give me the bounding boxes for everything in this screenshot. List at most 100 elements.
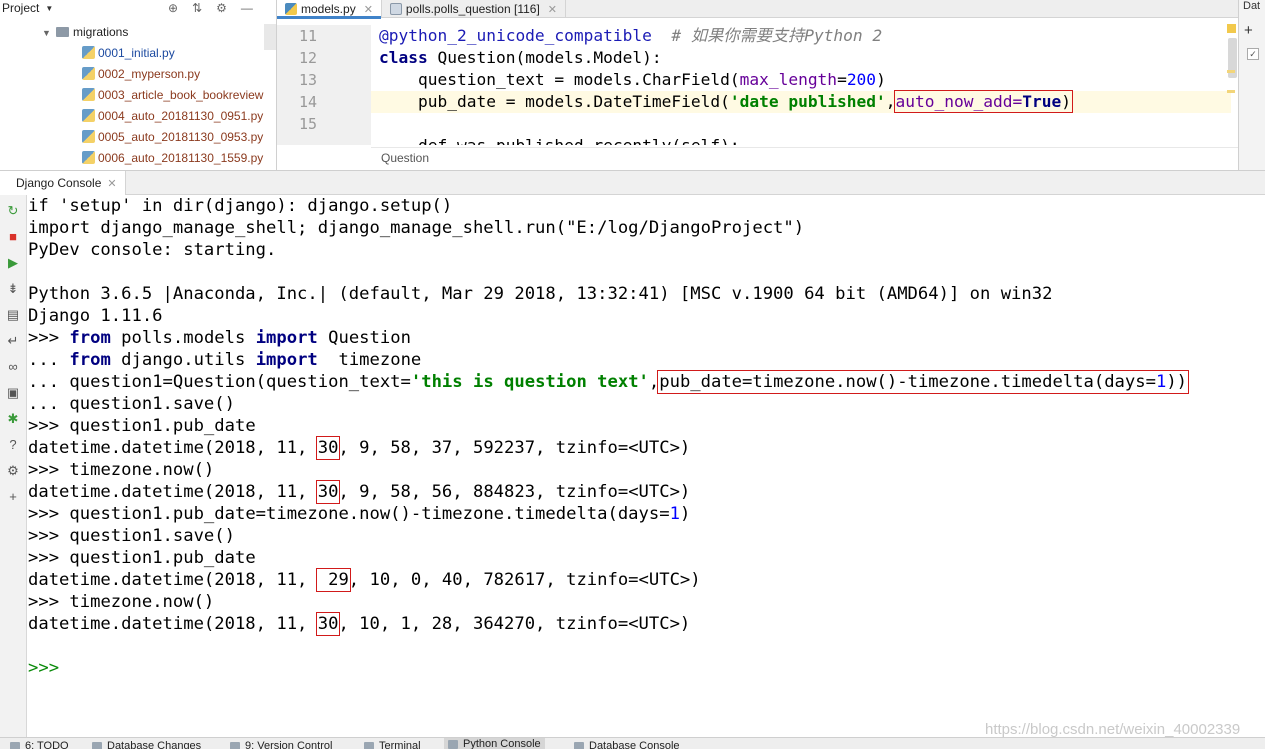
folder-label: migrations	[73, 25, 129, 39]
console-text: Question	[317, 328, 411, 348]
warning-marker[interactable]	[1227, 24, 1236, 33]
console-line: >>> question1.pub_date	[28, 415, 256, 437]
console-line: ... question1.save()	[28, 393, 235, 415]
project-panel: Project ▼ ⊕ ⇅ ⚙ — ▼ migrations 0001_initi…	[0, 0, 276, 170]
console-text: )	[679, 504, 691, 524]
console-number: 1	[669, 504, 680, 524]
tree-folder-migrations[interactable]: ▼ migrations	[0, 22, 276, 43]
console-output[interactable]: if 'setup' in dir(django): django.setup(…	[28, 195, 1265, 737]
project-title: Project	[2, 1, 40, 15]
python-file-icon	[82, 88, 95, 101]
console-text: ,	[648, 372, 660, 392]
console-line: Python 3.6.5 |Anaconda, Inc.| (default, …	[28, 284, 1053, 304]
tool-label: 9: Version Control	[245, 740, 333, 749]
gear-icon[interactable]: ⚙	[5, 463, 21, 479]
tool-version-control[interactable]: 9: Version Control	[230, 740, 332, 749]
scroll-end-icon[interactable]: ⇟	[5, 281, 21, 297]
chevron-down-icon[interactable]: ▼	[42, 23, 56, 44]
console-text: question1.save()	[69, 394, 235, 414]
console-line: datetime.datetime(2018, 11, 30, 10, 1, 2…	[28, 612, 691, 636]
tree-scrollbar[interactable]	[264, 24, 276, 50]
highlight-box: auto_now_add=True)	[893, 90, 1073, 113]
hide-icon[interactable]: —	[241, 1, 253, 15]
tree-file[interactable]: 0003_article_book_bookreview	[0, 85, 276, 106]
stop-icon[interactable]: ■	[5, 229, 21, 245]
console-text: , 10, 1, 28, 364270, tzinfo=<UTC>)	[338, 614, 691, 634]
line-number: 14	[298, 93, 317, 111]
python-console-icon	[448, 739, 458, 749]
tab-models-py[interactable]: models.py ✕	[277, 0, 382, 19]
print-icon[interactable]: ▤	[5, 307, 21, 323]
console-toolbar: ↻ ■ ▶ ⇟ ▤ ↵ ∞ ▣ ✱ ? ⚙ +	[0, 195, 27, 737]
history-icon[interactable]: ▣	[5, 385, 21, 401]
code-text: def was_published_recently(self):	[379, 136, 740, 145]
python-file-icon	[285, 3, 297, 15]
tree-file[interactable]: 0006_auto_20181130_1559.py	[0, 148, 276, 169]
breadcrumb-bar: Question	[371, 147, 1239, 169]
tab-django-console[interactable]: Django Console ✕	[0, 171, 126, 195]
tool-label: Database Changes	[107, 740, 202, 749]
plus-icon[interactable]: +	[5, 489, 21, 505]
python-file-icon	[82, 46, 95, 59]
project-view-selector[interactable]: Project ▼	[0, 0, 53, 16]
database-tool-label[interactable]: Dat	[1243, 0, 1260, 12]
console-prompt: >>>	[28, 416, 70, 436]
tool-terminal[interactable]: Terminal	[364, 740, 421, 749]
tool-label: 6: TODO	[25, 740, 69, 749]
line-number: 13	[298, 71, 317, 89]
gear-icon[interactable]: ⚙	[216, 1, 227, 15]
soft-wrap-icon[interactable]: ↵	[5, 333, 21, 349]
console-prompt: >>>	[28, 504, 70, 524]
tool-database-changes[interactable]: Database Changes	[92, 740, 201, 749]
table-icon	[389, 3, 402, 15]
close-icon[interactable]: ✕	[107, 177, 116, 190]
code-text: Question(models.Model):	[427, 48, 662, 67]
plus-icon[interactable]: +	[1244, 22, 1253, 39]
rerun-icon[interactable]: ↻	[5, 203, 21, 219]
code-string: 'date published'	[729, 92, 886, 111]
highlight-box: 30	[315, 436, 341, 460]
close-icon[interactable]: ✕	[548, 3, 557, 16]
console-text: polls.models	[110, 328, 256, 348]
tool-window-bar: 6: TODO Database Changes 9: Version Cont…	[0, 737, 1265, 749]
locate-icon[interactable]: ⊕	[168, 1, 178, 15]
scroll-icon[interactable]: ✓	[1247, 48, 1259, 60]
tool-todo[interactable]: 6: TODO	[10, 740, 69, 749]
debug-icon[interactable]: ✱	[5, 411, 21, 427]
line-number: 12	[298, 49, 317, 67]
code-text: pub_date = models.DateTimeField(	[379, 92, 730, 111]
top-area: Project ▼ ⊕ ⇅ ⚙ — ▼ migrations 0001_initi…	[0, 0, 1265, 170]
code-param: max_length	[739, 70, 838, 89]
watermark: https://blog.csdn.net/weixin_40002339	[985, 721, 1241, 738]
code-param: auto_now_add=	[895, 92, 1023, 111]
highlight-box: 29	[315, 568, 351, 592]
collapse-icon[interactable]: ⇅	[192, 1, 202, 15]
keyword: from	[69, 350, 111, 370]
console-prompt: >>>	[28, 592, 70, 612]
tab-polls-question[interactable]: polls.polls_question [116] ✕	[382, 0, 567, 18]
breadcrumb[interactable]: Question	[381, 151, 429, 165]
change-marker[interactable]	[1227, 70, 1235, 73]
database-console-icon	[574, 741, 584, 749]
console-prompt: ...	[28, 394, 70, 414]
variables-icon[interactable]: ∞	[5, 359, 21, 375]
tree-file[interactable]: 0005_auto_20181130_0953.py	[0, 127, 276, 148]
console-text: question1.pub_date	[69, 548, 256, 568]
file-label: 0002_myperson.py	[98, 67, 201, 81]
execute-icon[interactable]: ▶	[5, 255, 21, 271]
code-editor[interactable]: @python_2_unicode_compatible # 如果你需要支持Py…	[371, 25, 1231, 145]
tree-file[interactable]: 0004_auto_20181130_0951.py	[0, 106, 276, 127]
console-input-line[interactable]: >>>	[28, 657, 59, 679]
close-icon[interactable]: ✕	[364, 3, 373, 16]
file-label: 0005_auto_20181130_0953.py	[98, 130, 264, 144]
keyword: class	[379, 48, 428, 67]
console-line: ... question1=Question(question_text='th…	[28, 370, 1190, 394]
tree-file[interactable]: 0002_myperson.py	[0, 64, 276, 85]
console-text: datetime.datetime(2018, 11,	[28, 482, 318, 502]
tool-python-console[interactable]: Python Console	[444, 738, 545, 749]
project-header-icons: ⊕ ⇅ ⚙ —	[168, 0, 253, 16]
tree-file[interactable]: 0001_initial.py	[0, 43, 276, 64]
help-icon[interactable]: ?	[5, 437, 21, 453]
tool-database-console[interactable]: Database Console	[574, 740, 680, 749]
change-marker[interactable]	[1227, 90, 1235, 93]
